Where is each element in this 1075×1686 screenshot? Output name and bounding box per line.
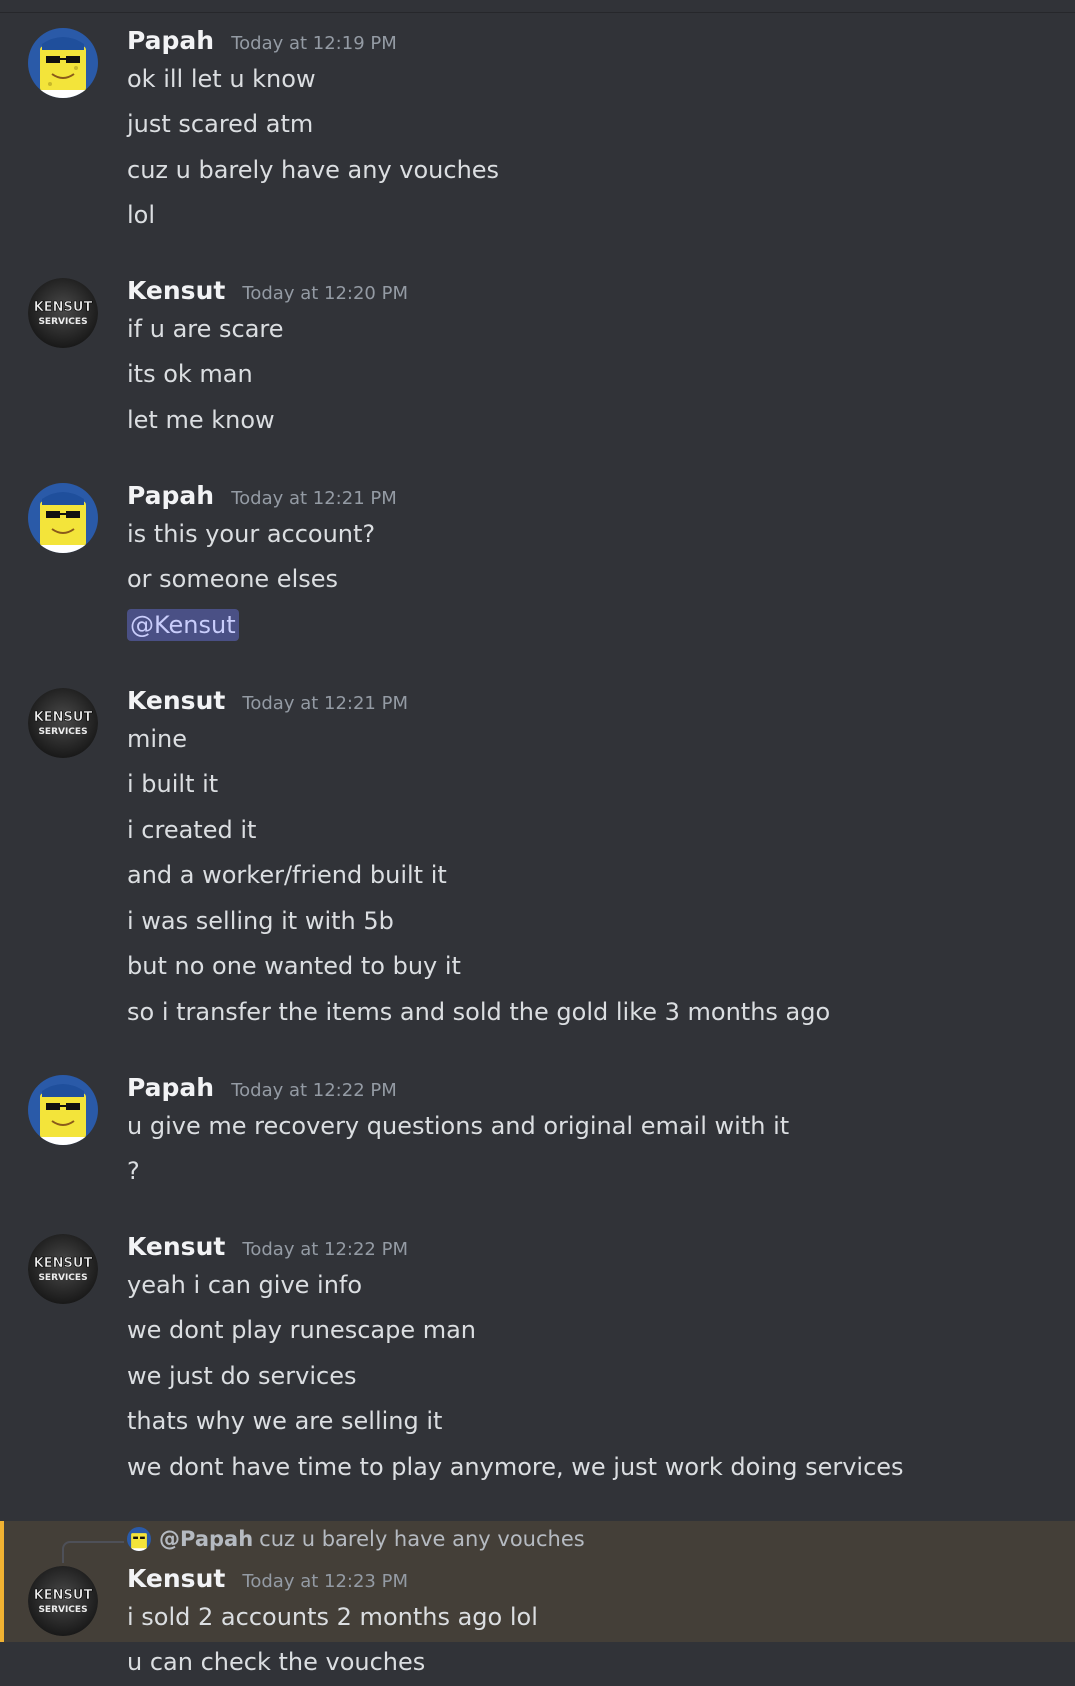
- timestamp: Today at 12:22 PM: [231, 1080, 397, 1101]
- username[interactable]: Papah: [127, 1073, 214, 1102]
- user-mention[interactable]: @Kensut: [127, 609, 239, 641]
- avatar-text: KENSUT: [34, 300, 93, 315]
- mention-highlight-bar: [0, 1521, 4, 1642]
- reply-username[interactable]: @Papah: [159, 1527, 253, 1551]
- username[interactable]: Kensut: [127, 1564, 225, 1593]
- avatar[interactable]: [28, 483, 98, 553]
- reply-preview[interactable]: @Papah cuz u barely have any vouches: [127, 1525, 585, 1553]
- message-line: ?: [127, 1157, 140, 1185]
- spongebob-avatar-mini-icon: [127, 1527, 151, 1551]
- channel-top-divider: [0, 0, 1075, 13]
- kensut-services-avatar-icon: KENSUT SERVICES: [28, 1566, 98, 1636]
- message-line: cuz u barely have any vouches: [127, 156, 500, 184]
- message-line: we just do services: [127, 1362, 357, 1390]
- message-line: i was selling it with 5b: [127, 907, 394, 935]
- avatar[interactable]: KENSUT SERVICES: [28, 1234, 98, 1304]
- message-line: lol: [127, 201, 156, 229]
- message-line: yeah i can give info: [127, 1271, 363, 1299]
- message-line: is this your account?: [127, 520, 376, 548]
- avatar-text: SERVICES: [38, 1273, 87, 1283]
- avatar[interactable]: KENSUT SERVICES: [28, 688, 98, 758]
- message-line: i created it: [127, 816, 257, 844]
- avatar-text: SERVICES: [38, 727, 87, 737]
- kensut-services-avatar-icon: KENSUT SERVICES: [28, 688, 98, 758]
- message-line: u can check the vouches: [127, 1648, 426, 1676]
- message-line: so i transfer the items and sold the gol…: [127, 998, 831, 1026]
- message-line: thats why we are selling it: [127, 1407, 443, 1435]
- reply-spine: [62, 1541, 124, 1563]
- kensut-services-avatar-icon: KENSUT SERVICES: [28, 278, 98, 348]
- username[interactable]: Papah: [127, 481, 214, 510]
- message-line: or someone elses: [127, 565, 339, 593]
- avatar-text: KENSUT: [34, 710, 93, 725]
- avatar[interactable]: [28, 28, 98, 98]
- avatar[interactable]: KENSUT SERVICES: [28, 1566, 98, 1636]
- message-line: mine: [127, 725, 188, 753]
- avatar-text: SERVICES: [38, 1605, 87, 1615]
- kensut-services-avatar-icon: KENSUT SERVICES: [28, 1234, 98, 1304]
- username[interactable]: Kensut: [127, 686, 225, 715]
- avatar-text: KENSUT: [34, 1256, 93, 1271]
- avatar[interactable]: KENSUT SERVICES: [28, 278, 98, 348]
- spongebob-avatar-icon: [28, 28, 98, 98]
- avatar-text: SERVICES: [38, 317, 87, 327]
- username[interactable]: Kensut: [127, 276, 225, 305]
- message-line: @Kensut: [127, 609, 239, 641]
- message-line: we dont have time to play anymore, we ju…: [127, 1453, 904, 1481]
- message-line: if u are scare: [127, 315, 284, 343]
- message-line: let me know: [127, 406, 275, 434]
- spongebob-avatar-icon: [28, 1075, 98, 1145]
- username[interactable]: Papah: [127, 26, 214, 55]
- reply-text: cuz u barely have any vouches: [259, 1527, 585, 1551]
- message-line: i sold 2 accounts 2 months ago lol: [127, 1603, 538, 1631]
- timestamp: Today at 12:19 PM: [231, 33, 397, 54]
- message-line: we dont play runescape man: [127, 1316, 477, 1344]
- avatar-text: KENSUT: [34, 1588, 93, 1603]
- spongebob-avatar-icon: [28, 483, 98, 553]
- timestamp: Today at 12:22 PM: [242, 1239, 408, 1260]
- message-line: but no one wanted to buy it: [127, 952, 461, 980]
- message-line: u give me recovery questions and origina…: [127, 1112, 790, 1140]
- timestamp: Today at 12:20 PM: [242, 283, 408, 304]
- username[interactable]: Kensut: [127, 1232, 225, 1261]
- message-line: its ok man: [127, 360, 253, 388]
- timestamp: Today at 12:21 PM: [231, 488, 397, 509]
- message-line: and a worker/friend built it: [127, 861, 447, 889]
- avatar[interactable]: [28, 1075, 98, 1145]
- message-line: i built it: [127, 770, 219, 798]
- message-line: ok ill let u know: [127, 65, 316, 93]
- timestamp: Today at 12:23 PM: [242, 1571, 408, 1592]
- timestamp: Today at 12:21 PM: [242, 693, 408, 714]
- message-line: just scared atm: [127, 110, 314, 138]
